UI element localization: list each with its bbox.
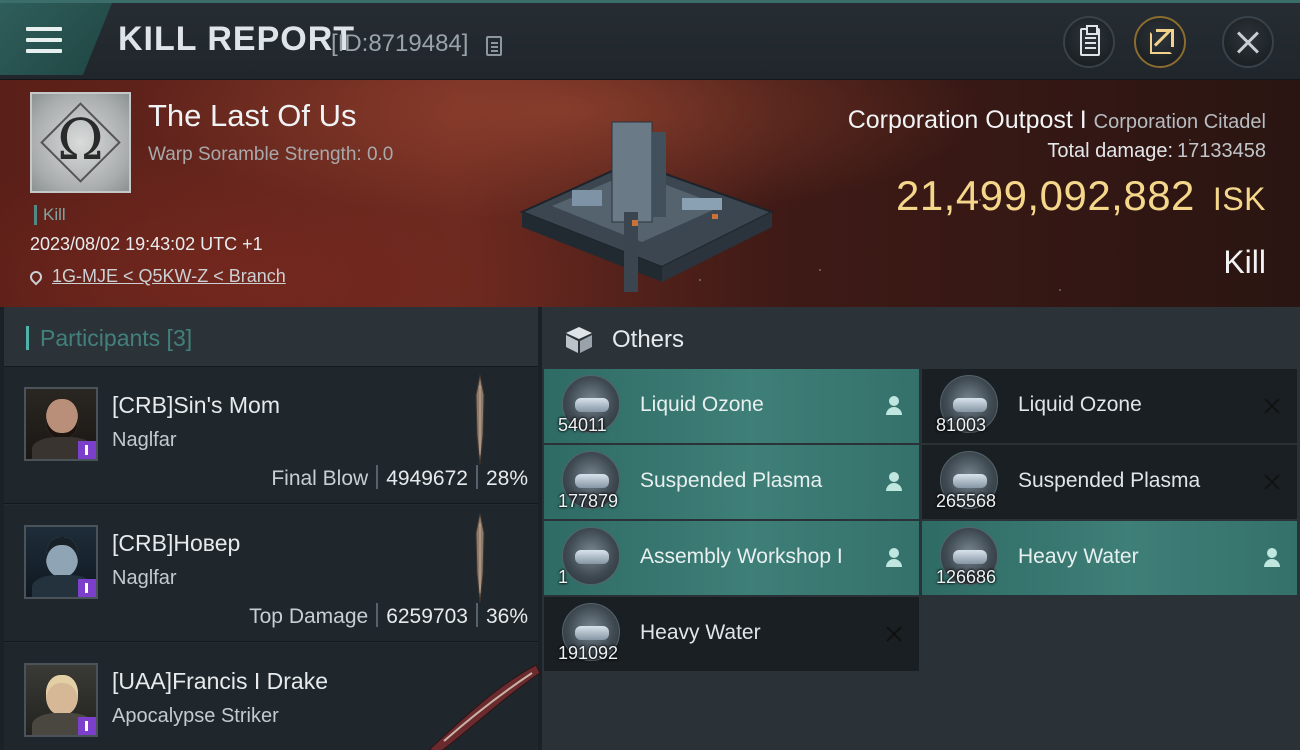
item-slot[interactable]: 126686 Heavy Water (922, 521, 1297, 595)
item-slot[interactable]: 81003 Liquid Ozone (922, 369, 1297, 443)
pilot-portrait[interactable] (24, 387, 98, 461)
location-link[interactable]: 1G-MJE < Q5KW-Z < Branch (27, 266, 286, 287)
naglfar-ship-icon[interactable] (474, 375, 486, 465)
pilot-portrait[interactable] (24, 525, 98, 599)
structure-image (519, 121, 775, 292)
pilot-ship: Naglfar (112, 429, 177, 451)
warp-scramble-strength: Warp Soramble Strength: 0.0 (148, 144, 394, 165)
corporation-logo[interactable]: Ω (30, 92, 131, 193)
apocalypse-ship-icon[interactable] (424, 657, 544, 750)
target-structure-name: Corporation Outpost I (847, 106, 1087, 134)
dropped-x-icon (883, 623, 905, 645)
total-damage-label: Total damage: (1047, 140, 1174, 162)
target-name: Corporation Outpost I Corporation Citade… (848, 106, 1266, 135)
participant-stats: Final Blow 4949672 28% (271, 465, 528, 491)
item-name: Liquid Ozone (1018, 393, 1142, 416)
item-quantity: 1 (558, 567, 569, 587)
item-quantity: 265568 (936, 491, 997, 511)
page-title: KILL REPORT (118, 20, 356, 58)
total-damage: Total damage: 17133458 (1047, 140, 1266, 163)
participant-percent: 28% (485, 467, 528, 490)
participant-row[interactable]: [CRB]Sin's Mom Naglfar Final Blow 4949672… (4, 367, 538, 504)
dropped-x-icon (1261, 395, 1283, 417)
person-icon (883, 395, 905, 417)
menu-icon (26, 27, 62, 53)
item-name: Liquid Ozone (640, 393, 764, 416)
header-bar: KILL REPORT [ID:8719484] (0, 0, 1300, 80)
close-button[interactable] (1222, 16, 1274, 68)
participant-row[interactable]: [CRB]Новер Naglfar Top Damage 6259703 36% (4, 505, 538, 642)
others-panel: Others 54011 Liquid Ozone 81003 Liquid O… (542, 307, 1300, 750)
item-name: Heavy Water (1018, 545, 1139, 568)
copy-icon[interactable] (486, 36, 502, 56)
share-button[interactable] (1134, 16, 1186, 68)
result-label: Kill (1223, 244, 1266, 280)
person-icon (883, 471, 905, 493)
pilot-badge-icon (78, 579, 96, 597)
assembly-workshop-icon (562, 527, 620, 585)
participant-role: Top Damage (249, 605, 369, 628)
item-name: Heavy Water (640, 621, 761, 644)
isk-amount: 21,499,092,882 (895, 172, 1195, 219)
pilot-badge-icon (78, 717, 96, 735)
item-quantity: 81003 (936, 415, 987, 435)
menu-button[interactable] (0, 3, 112, 75)
kill-tag: Kill (34, 205, 66, 225)
participant-damage: 4949672 (386, 467, 468, 490)
clipboard-icon (1080, 25, 1100, 56)
item-quantity: 126686 (936, 567, 997, 587)
item-name: Assembly Workshop I (640, 545, 843, 568)
participants-header[interactable]: Participants [3] (4, 307, 538, 367)
item-slot[interactable]: 191092 Heavy Water (544, 597, 919, 671)
person-icon (883, 547, 905, 569)
others-title: Others (612, 326, 685, 353)
item-slot[interactable]: 1 Assembly Workshop I (544, 521, 919, 595)
pilot-name[interactable]: [CRB]Новер (112, 530, 240, 557)
pilot-name[interactable]: [UAA]Francis I Drake (112, 668, 328, 695)
kill-timestamp: 2023/08/02 19:43:02 UTC +1 (30, 234, 263, 254)
participant-row[interactable]: [UAA]Francis I Drake Apocalypse Striker (4, 643, 541, 750)
item-slot[interactable]: 54011 Liquid Ozone (544, 369, 919, 443)
participant-damage: 6259703 (386, 605, 468, 628)
total-damage-value: 17133458 (1177, 140, 1266, 162)
dropped-x-icon (1261, 471, 1283, 493)
kill-banner: Ω The Last Of Us Warp Soramble Strength:… (0, 80, 1300, 307)
pilot-name[interactable]: [CRB]Sin's Mom (112, 392, 280, 419)
isk-unit: ISK (1212, 181, 1266, 217)
cube-icon (566, 327, 592, 353)
participant-stats: Top Damage 6259703 36% (249, 603, 528, 629)
pilot-ship: Apocalypse Striker (112, 705, 279, 727)
participant-percent: 36% (485, 605, 528, 628)
isk-value: 21,499,092,882 ISK (896, 172, 1266, 220)
participants-title: Participants [3] (40, 325, 193, 351)
pilot-portrait[interactable] (24, 663, 98, 737)
pilot-badge-icon (78, 441, 96, 459)
location-pin-icon (27, 268, 45, 286)
item-name: Suspended Plasma (640, 469, 823, 492)
item-quantity: 177879 (558, 491, 619, 511)
report-id: [ID:8719484] (331, 30, 469, 57)
person-icon (1261, 547, 1283, 569)
clipboard-button[interactable] (1063, 16, 1115, 68)
victim-name[interactable]: The Last Of Us (148, 98, 356, 134)
target-class: Corporation Citadel (1093, 111, 1266, 133)
item-slot[interactable]: 265568 Suspended Plasma (922, 445, 1297, 519)
participant-role: Final Blow (271, 467, 369, 490)
item-quantity: 54011 (558, 415, 607, 435)
pilot-ship: Naglfar (112, 567, 177, 589)
others-header: Others (542, 307, 1300, 369)
item-quantity: 191092 (558, 643, 619, 663)
naglfar-ship-icon[interactable] (474, 513, 486, 603)
item-slot[interactable]: 177879 Suspended Plasma (544, 445, 919, 519)
item-name: Suspended Plasma (1018, 469, 1201, 492)
participants-panel: Participants [3] [CRB]Sin's Mom Naglfar … (4, 307, 541, 750)
location-text[interactable]: 1G-MJE < Q5KW-Z < Branch (52, 266, 286, 286)
